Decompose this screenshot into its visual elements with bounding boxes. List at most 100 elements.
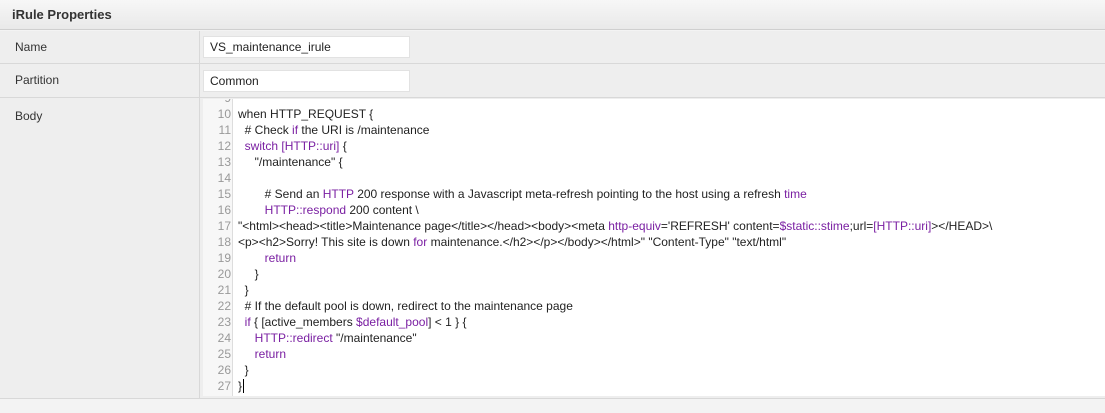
code-line[interactable]: 10 when HTTP_REQUEST { (203, 106, 1105, 122)
code-line[interactable]: 27} (203, 378, 1105, 394)
code-token: } (238, 267, 259, 281)
line-number: 11 (218, 123, 231, 137)
code-token: <p><h2>Sorry! This site is down (238, 235, 414, 249)
code-line[interactable]: 22 # If the default pool is down, redire… (203, 298, 1105, 314)
code-text: when HTTP_REQUEST { (238, 106, 373, 122)
line-number: 14 (217, 171, 231, 185)
line-number: 10 (217, 107, 231, 121)
code-keyword: $static::stime (779, 219, 850, 233)
code-token: } (238, 379, 243, 393)
properties-header: iRule Properties (0, 0, 1105, 30)
body-row: Body 910when HTTP_REQUEST {11 # Check if… (0, 98, 1105, 399)
code-line[interactable]: 21 } (203, 282, 1105, 298)
body-label: Body (15, 109, 43, 123)
code-token: ></HEAD>\ (931, 219, 993, 233)
code-text: # Send an HTTP 200 response with a Javas… (238, 186, 807, 202)
line-number: 15 (217, 187, 231, 201)
code-line[interactable]: 25 return (203, 346, 1105, 362)
code-text: return (238, 250, 296, 266)
partition-label: Partition (15, 73, 60, 87)
partition-row: Partition Common (0, 64, 1105, 98)
code-token: # Send an (238, 187, 323, 201)
code-line[interactable]: 20 } (203, 266, 1105, 282)
line-number: 12 (217, 139, 231, 153)
line-number: 19 (217, 251, 231, 265)
code-line[interactable]: 23 if { [active_members $default_pool] <… (203, 314, 1105, 330)
code-keyword: for (413, 235, 428, 249)
code-line[interactable]: 26 } (203, 362, 1105, 378)
code-keyword: HTTP::respond (264, 203, 347, 217)
code-keyword: http-equiv (608, 219, 661, 233)
code-line[interactable]: 16 HTTP::respond 200 content \ (203, 202, 1105, 218)
line-number: 22 (217, 299, 231, 313)
code-line[interactable]: 17 "<html><head><title>Maintenance page</… (203, 218, 1105, 234)
line-number: 9 (203, 99, 231, 106)
code-keyword: [HTTP::uri] (873, 219, 932, 233)
text-cursor (243, 379, 245, 393)
code-token: ;url= (849, 219, 874, 233)
name-field[interactable]: VS_maintenance_irule (203, 36, 410, 58)
line-number: 13 (217, 155, 231, 169)
code-text: } (238, 282, 249, 298)
code-text: <p><h2>Sorry! This site is down for main… (238, 234, 786, 250)
line-number: 20 (217, 267, 231, 281)
partition-field[interactable]: Common (203, 70, 410, 92)
code-text: return (238, 346, 286, 362)
label-divider (199, 64, 200, 97)
line-number: 26 (217, 363, 231, 377)
code-line[interactable]: 12 switch [HTTP::uri] { (203, 138, 1105, 154)
code-text: } (238, 378, 242, 394)
code-token: # Check (238, 123, 293, 137)
code-line[interactable]: 13 "/maintenance" { (203, 154, 1105, 170)
code-line[interactable]: 14 (203, 170, 1105, 186)
code-text: # If the default pool is down, redirect … (238, 298, 573, 314)
code-token: "<html><head><title>Maintenance page</ti… (238, 219, 609, 233)
code-text: } (238, 362, 249, 378)
code-token: the URI is /maintenance (298, 123, 430, 137)
line-number: 17 (217, 219, 231, 233)
code-token: maintenance.</h2></p></body></html>" "Co… (427, 235, 787, 249)
line-number: 24 (217, 331, 231, 345)
line-number: 23 (217, 315, 231, 329)
code-token: { (339, 139, 347, 153)
name-row: Name VS_maintenance_irule (0, 31, 1105, 64)
code-editor[interactable]: 910when HTTP_REQUEST {11 # Check if the … (203, 99, 1105, 396)
code-keyword: time (784, 187, 807, 201)
code-token: } (238, 283, 249, 297)
line-number: 25 (217, 347, 231, 361)
code-keyword: $default_pool (356, 315, 429, 329)
code-token: 200 content \ (346, 203, 419, 217)
line-number: 18 (217, 235, 231, 249)
label-divider (199, 98, 200, 398)
code-line[interactable]: 11 # Check if the URI is /maintenance (203, 122, 1105, 138)
code-token: "/maintenance" { (238, 155, 343, 169)
code-lines[interactable]: 910when HTTP_REQUEST {11 # Check if the … (203, 99, 1105, 394)
code-text: if { [active_members $default_pool] < 1 … (238, 314, 467, 330)
code-token: ] < 1 } { (428, 315, 467, 329)
code-text: } (238, 266, 259, 282)
label-divider (199, 31, 200, 63)
code-token: "/maintenance" (332, 331, 417, 345)
line-number: 21 (217, 283, 231, 297)
code-line[interactable]: 24 HTTP::redirect "/maintenance" (203, 330, 1105, 346)
page-title: iRule Properties (12, 7, 112, 22)
code-keyword: return (264, 251, 297, 265)
code-keyword: HTTP (322, 187, 354, 201)
code-line[interactable]: 19 return (203, 250, 1105, 266)
code-line[interactable]: 15 # Send an HTTP 200 response with a Ja… (203, 186, 1105, 202)
code-keyword: HTTP::redirect (254, 331, 333, 345)
code-line[interactable]: 9 (203, 99, 1105, 106)
code-keyword: return (254, 347, 287, 361)
code-text: # Check if the URI is /maintenance (238, 122, 430, 138)
code-text: "<html><head><title>Maintenance page</ti… (238, 218, 992, 234)
code-token: } (238, 363, 249, 377)
code-line[interactable]: 18 <p><h2>Sorry! This site is down for ma… (203, 234, 1105, 250)
code-token: when HTTP_REQUEST { (238, 107, 374, 121)
line-number: 27 (217, 379, 231, 393)
line-number: 16 (217, 203, 231, 217)
code-token: # If the default pool is down, redirect … (238, 299, 573, 313)
